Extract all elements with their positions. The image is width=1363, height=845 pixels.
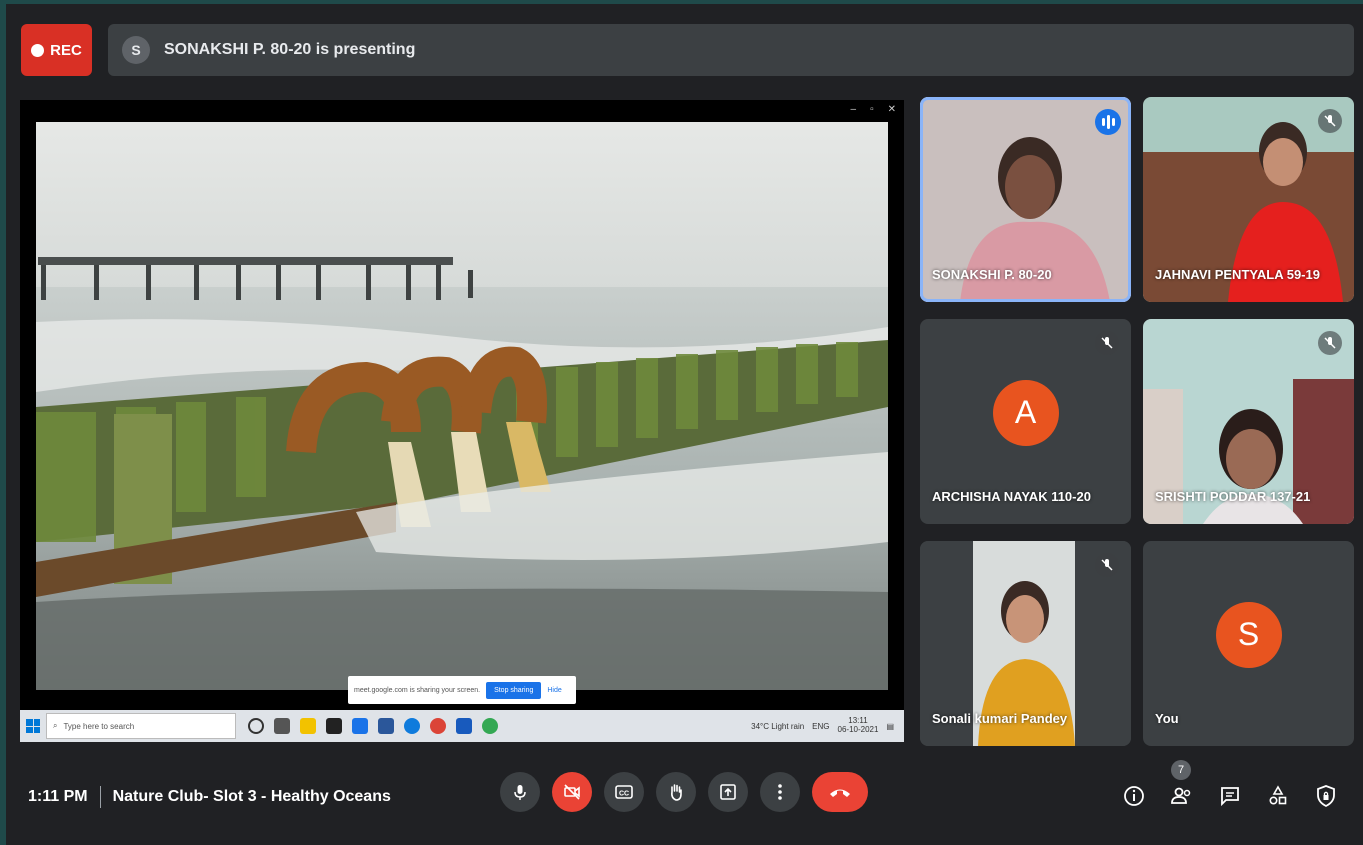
weather-text[interactable]: 34°C Light rain <box>751 722 804 731</box>
shared-photo-ocean-pollution <box>36 122 888 690</box>
speaking-indicator-icon <box>1095 109 1121 135</box>
rec-label: REC <box>50 41 82 59</box>
participant-name: Sonali kumari Pandey <box>932 711 1068 726</box>
chat-icon <box>1221 787 1239 807</box>
captions-icon: CC <box>615 785 633 799</box>
participant-count-badge: 7 <box>1171 760 1191 780</box>
mic-off-icon <box>1318 331 1342 355</box>
participant-tile[interactable]: JAHNAVI PENTYALA 59-19 <box>1143 97 1354 302</box>
hand-icon <box>671 784 682 801</box>
chat-button[interactable] <box>1216 782 1244 810</box>
chrome-alt-icon[interactable] <box>482 718 498 734</box>
cortana-icon[interactable] <box>248 718 264 734</box>
close-icon: ✕ <box>887 104 896 115</box>
notifications-icon[interactable]: ▤ <box>886 722 894 731</box>
self-name: You <box>1155 711 1179 726</box>
file-explorer-icon[interactable] <box>300 718 316 734</box>
activities-button[interactable] <box>1264 782 1292 810</box>
tray-date: 06-10-2021 <box>837 725 879 734</box>
people-icon <box>1171 787 1191 804</box>
participant-tile[interactable]: SONAKSHI P. 80-20 <box>920 97 1131 302</box>
self-avatar: S <box>1215 601 1282 668</box>
leave-call-button[interactable] <box>812 772 868 812</box>
microphone-button[interactable] <box>500 772 540 812</box>
mail-icon[interactable] <box>352 718 368 734</box>
mic-off-icon <box>1095 331 1119 355</box>
recording-badge[interactable]: REC <box>21 24 92 76</box>
host-controls-button[interactable] <box>1312 782 1340 810</box>
restore-icon: ▫ <box>870 104 874 115</box>
stop-sharing-button[interactable]: Stop sharing <box>486 681 542 699</box>
hide-notice-link[interactable]: Hide <box>547 687 561 694</box>
minimize-icon: – <box>850 104 857 115</box>
task-view-icon[interactable] <box>274 718 290 734</box>
presenter-avatar: S <box>122 36 150 64</box>
search-icon: ⌕ <box>53 721 58 730</box>
taskbar-search[interactable]: ⌕ Type here to search <box>46 713 236 739</box>
camera-off-icon <box>564 784 580 800</box>
self-tile[interactable]: S You <box>1143 541 1354 746</box>
call-controls: CC <box>500 772 868 812</box>
meeting-title: Nature Club- Slot 3 - Healthy Oceans <box>112 788 391 805</box>
participant-name: ARCHISHA NAYAK 110-20 <box>932 489 1091 504</box>
participants-button[interactable]: 7 <box>1168 760 1196 810</box>
present-icon <box>720 784 736 800</box>
word-icon[interactable] <box>378 718 394 734</box>
shield-lock-icon <box>1317 785 1335 808</box>
dropbox-icon[interactable] <box>326 718 342 734</box>
participant-name: SONAKSHI P. 80-20 <box>932 267 1052 282</box>
system-tray: 34°C Light rain ENG 13:11 06-10-2021 ▤ <box>751 716 904 735</box>
mic-off-icon <box>1318 109 1342 133</box>
window-controls: – ▫ ✕ <box>851 104 897 115</box>
presentation-stage: – ▫ ✕ meet.google.com is sharing your sc… <box>20 100 904 742</box>
participant-name: JAHNAVI PENTYALA 59-19 <box>1155 267 1320 282</box>
divider <box>99 786 101 808</box>
current-time: 1:11 PM <box>28 788 88 805</box>
windows-start-icon[interactable] <box>26 719 40 733</box>
ocean-pipes-image <box>36 122 888 690</box>
camera-off-button[interactable] <box>552 772 592 812</box>
raise-hand-button[interactable] <box>656 772 696 812</box>
captions-button[interactable]: CC <box>604 772 644 812</box>
edge-icon[interactable] <box>404 718 420 734</box>
record-dot-icon <box>31 43 45 57</box>
mic-off-icon <box>1095 553 1119 577</box>
participant-tile[interactable]: Sonali kumari Pandey <box>920 541 1131 746</box>
chrome-icon[interactable] <box>430 718 446 734</box>
windows-taskbar: ⌕ Type here to search 34°C Light rain EN… <box>20 710 904 742</box>
participant-name: SRISHTI PODDAR 137-21 <box>1155 489 1311 504</box>
activities-icon <box>1269 785 1287 805</box>
participant-tile[interactable]: A ARCHISHA NAYAK 110-20 <box>920 319 1131 524</box>
participant-avatar: A <box>992 379 1059 446</box>
more-vert-icon <box>778 784 782 800</box>
language-indicator[interactable]: ENG <box>812 722 829 731</box>
info-icon <box>1124 786 1144 806</box>
microphone-icon <box>514 785 526 800</box>
meeting-details-button[interactable] <box>1120 782 1148 810</box>
participant-tile[interactable]: SRISHTI PODDAR 137-21 <box>1143 319 1354 524</box>
hang-up-icon <box>830 789 850 797</box>
share-notice-text: meet.google.com is sharing your screen. <box>354 686 481 694</box>
present-screen-button[interactable] <box>708 772 748 812</box>
side-panel-toggles: 7 <box>1120 760 1340 810</box>
presenting-text: SONAKSHI P. 80-20 is presenting <box>164 41 416 58</box>
taskbar-apps <box>248 718 498 734</box>
meeting-details: 1:11 PM Nature Club- Slot 3 - Healthy Oc… <box>28 786 391 808</box>
svg-text:CC: CC <box>619 791 629 798</box>
screen-share-notice: meet.google.com is sharing your screen. … <box>348 676 576 704</box>
tray-clock[interactable]: 13:11 06-10-2021 <box>837 716 879 735</box>
more-options-button[interactable] <box>760 772 800 812</box>
taskbar-search-placeholder: Type here to search <box>63 721 135 731</box>
store-icon[interactable] <box>456 718 472 734</box>
presenting-banner: S SONAKSHI P. 80-20 is presenting <box>108 24 1354 76</box>
